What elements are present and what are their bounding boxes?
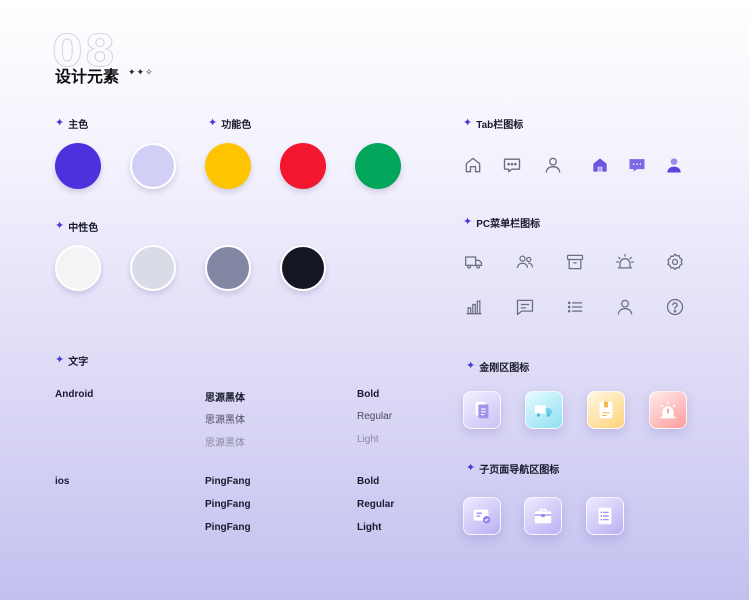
- weight-ios-regular: Regular: [357, 499, 395, 510]
- weight-ios-light: Light: [357, 522, 382, 533]
- swatch-neutral-2: [130, 245, 176, 291]
- star-icon: ✦: [466, 360, 476, 372]
- swatch-functional-green: [355, 143, 401, 189]
- star-icon: ✦: [466, 462, 476, 474]
- swatch-functional-red: [280, 143, 326, 189]
- briefcase-icon: [534, 508, 552, 524]
- list-icon: [565, 297, 585, 317]
- font-android-bold: 思源黑体: [205, 393, 245, 404]
- list-doc-icon: [598, 507, 612, 525]
- swatch-neutral-3: [205, 245, 251, 291]
- section-title-kingkong-icons: ✦ 金刚区图标: [466, 360, 530, 375]
- user-icon: [543, 155, 563, 175]
- document-icon: [475, 401, 489, 419]
- swatch-primary-1: [55, 143, 101, 189]
- card-check-icon: [473, 509, 491, 524]
- section-title-subpage-nav-icons: ✦ 子页面导航区图标: [466, 462, 560, 477]
- font-ios-bold: PingFang: [205, 476, 251, 487]
- swatch-primary-2: [130, 143, 176, 189]
- alarm-icon: [660, 401, 676, 419]
- weight-android-light: Light: [357, 434, 379, 445]
- star-icon: ✦: [463, 216, 473, 228]
- kingkong-tile-book[interactable]: [587, 391, 625, 429]
- comment-icon: [515, 297, 535, 317]
- kingkong-tile-truck[interactable]: [525, 391, 563, 429]
- subpage-tile-briefcase[interactable]: [524, 497, 562, 535]
- section-title-functional-color: ✦ 功能色: [208, 117, 252, 132]
- subpage-tile-card[interactable]: [463, 497, 501, 535]
- settings-icon: [665, 252, 685, 272]
- star-icon: ✦: [463, 117, 473, 129]
- weight-ios-bold: Bold: [357, 476, 380, 487]
- user-filled-icon: [664, 155, 684, 175]
- subpage-tile-list[interactable]: [586, 497, 624, 535]
- star-icon: ✦: [55, 117, 65, 129]
- alarm-icon: [615, 252, 635, 272]
- font-ios-regular: PingFang: [205, 499, 251, 510]
- star-icon: ✦: [208, 117, 218, 129]
- font-android-light: 思源黑体: [205, 438, 245, 449]
- font-ios-light: PingFang: [205, 522, 251, 533]
- help-icon: [665, 297, 685, 317]
- kingkong-tile-document[interactable]: [463, 391, 501, 429]
- weight-android-regular: Regular: [357, 411, 393, 422]
- book-icon: [599, 401, 613, 419]
- sparkle-decoration: ✦✦✧: [128, 67, 154, 77]
- platform-android: Android: [55, 389, 94, 400]
- font-android-regular: 思源黑体: [205, 415, 245, 426]
- star-icon: ✦: [55, 220, 65, 232]
- kingkong-tile-alarm[interactable]: [649, 391, 687, 429]
- section-title-tabbar-icons: ✦ Tab栏图标: [463, 117, 524, 132]
- home-filled-icon: [590, 155, 610, 175]
- archive-icon: [565, 252, 585, 272]
- bar-chart-icon: [464, 297, 484, 317]
- swatch-neutral-4: [280, 245, 326, 291]
- section-title-neutral-color: ✦ 中性色: [55, 220, 99, 235]
- user-icon: [615, 297, 635, 317]
- section-title-text: ✦ 文字: [55, 354, 89, 369]
- platform-ios: ios: [55, 476, 70, 487]
- users-icon: [515, 252, 535, 272]
- message-icon: [502, 155, 522, 175]
- truck-icon: [534, 405, 553, 417]
- swatch-functional-yellow: [205, 143, 251, 189]
- truck-icon: [464, 252, 484, 272]
- star-icon: ✦: [55, 354, 65, 366]
- section-title-pc-menu-icons: ✦ PC菜单栏图标: [463, 216, 541, 231]
- weight-android-bold: Bold: [357, 389, 380, 400]
- message-filled-icon: [627, 155, 647, 175]
- home-icon: [463, 155, 483, 175]
- page-title: 设计元素: [55, 69, 120, 86]
- swatch-neutral-1: [55, 245, 101, 291]
- section-title-primary-color: ✦ 主色: [55, 117, 89, 132]
